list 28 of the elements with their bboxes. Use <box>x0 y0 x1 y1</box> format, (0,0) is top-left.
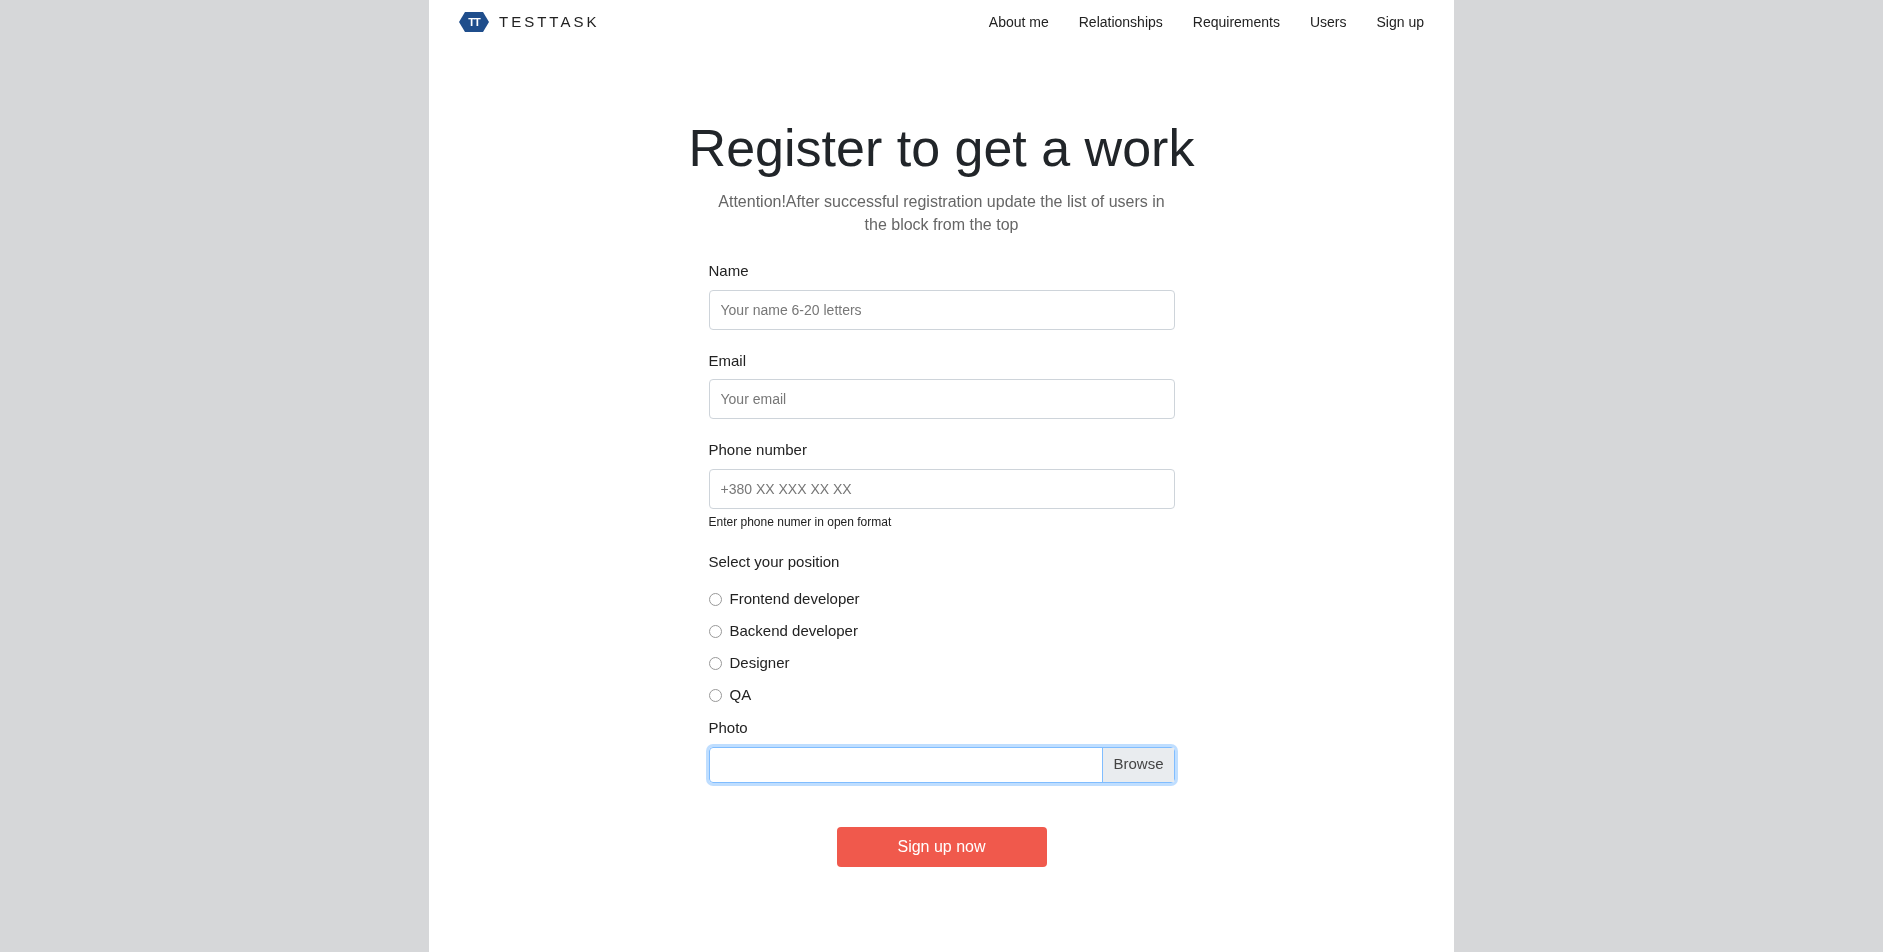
nav-link[interactable]: Users <box>1309 11 1347 33</box>
nav-link[interactable]: Requirements <box>1192 11 1280 33</box>
field-label: Select your position <box>708 551 841 572</box>
radio-button[interactable] <box>708 592 722 606</box>
field-label: Name <box>708 261 750 281</box>
input-field[interactable]: +380 XX XXX XX XX <box>708 468 1175 509</box>
field-hint: Enter phone numer in open format <box>708 513 893 531</box>
nav-link[interactable]: Sign up <box>1376 11 1424 33</box>
page-title: Register to get a work <box>688 118 1195 179</box>
input-field[interactable]: Your email <box>708 379 1175 419</box>
radio-label: Backend developer <box>729 620 858 641</box>
radio-label: QA <box>729 684 752 705</box>
radio-label: Designer <box>729 652 790 673</box>
radio-button[interactable] <box>708 656 722 670</box>
browse-button[interactable]: Browse <box>1102 747 1174 782</box>
radio-button[interactable] <box>708 688 722 702</box>
radio-label: Frontend developer <box>729 588 860 609</box>
logo-icon: TT <box>459 12 489 32</box>
file-field[interactable]: Browse <box>708 746 1175 783</box>
nav-link[interactable]: About me <box>988 11 1049 33</box>
field-label: Email <box>708 350 747 371</box>
logo-text: TESTTASK <box>499 11 600 32</box>
field-label: Phone number <box>708 440 808 460</box>
subtitle: Attention!After successful registration update the list of users in the block from the top <box>717 192 1166 235</box>
radio-button[interactable] <box>708 624 722 638</box>
nav-link[interactable]: Relationships <box>1078 11 1163 33</box>
field-label: Photo <box>708 718 749 738</box>
input-field[interactable]: Your name 6-20 letters <box>708 289 1175 330</box>
